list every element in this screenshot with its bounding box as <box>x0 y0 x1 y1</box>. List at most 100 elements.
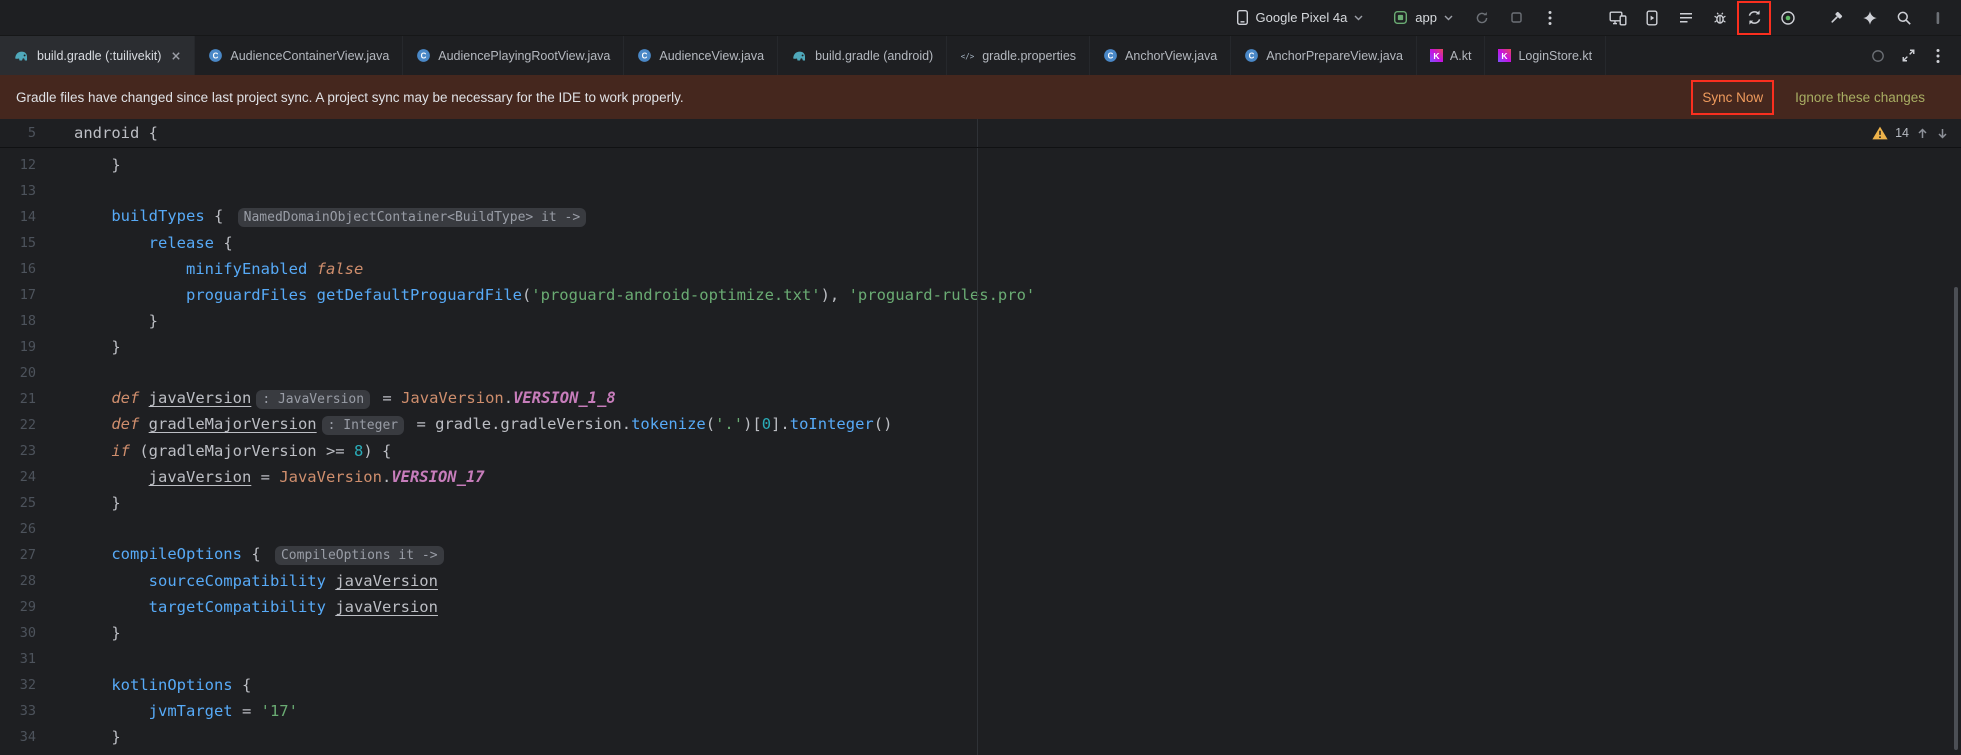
build-tools-icon[interactable] <box>1823 5 1849 31</box>
tab-AudienceContainerView.java[interactable]: CAudienceContainerView.java <box>195 36 403 75</box>
line-number[interactable]: 29 <box>0 599 74 615</box>
tab-build.gradle (android)[interactable]: build.gradle (android) <box>778 36 947 75</box>
code-text: if (gradleMajorVersion >= 8) { <box>74 442 391 460</box>
logcat-icon[interactable] <box>1673 5 1699 31</box>
tab-gradle.properties[interactable]: </>gradle.properties <box>947 36 1090 75</box>
run-config-selector[interactable]: app <box>1385 6 1461 29</box>
line-number[interactable]: 16 <box>0 261 74 277</box>
code-line[interactable]: 20 <box>0 360 1961 386</box>
device-selector[interactable]: Google Pixel 4a <box>1228 5 1372 30</box>
app-module-icon <box>1393 10 1408 25</box>
code-line[interactable]: 13 <box>0 178 1961 204</box>
tab-overflow-icon[interactable] <box>1865 43 1891 69</box>
line-number[interactable]: 15 <box>0 235 74 251</box>
code-line[interactable]: 19 } <box>0 334 1961 360</box>
inspections-widget[interactable]: 14 <box>1872 126 1949 140</box>
expand-editor-icon[interactable] <box>1895 43 1921 69</box>
code-text: sourceCompatibility javaVersion <box>74 572 438 590</box>
more-vertical-icon[interactable] <box>1925 43 1951 69</box>
code-line[interactable]: 32 kotlinOptions { <box>0 672 1961 698</box>
line-number[interactable]: 34 <box>0 729 74 745</box>
code-text: minifyEnabled false <box>74 260 363 278</box>
line-number[interactable]: 24 <box>0 469 74 485</box>
line-number[interactable]: 25 <box>0 495 74 511</box>
tab-label: A.kt <box>1450 49 1472 63</box>
tab-LoginStore.kt[interactable]: KLoginStore.kt <box>1485 36 1606 75</box>
svg-text:K: K <box>1433 51 1440 61</box>
sticky-context-line[interactable]: 5 android { 14 <box>0 119 1961 148</box>
tab-build.gradle (:tuilivekit)[interactable]: build.gradle (:tuilivekit) <box>0 36 195 75</box>
stop-icon[interactable] <box>1503 5 1529 31</box>
code-line[interactable]: 35 <box>0 750 1961 755</box>
code-text: } <box>74 494 121 512</box>
profiler-icon[interactable] <box>1775 5 1801 31</box>
tab-label: AnchorPrepareView.java <box>1266 49 1403 63</box>
line-number[interactable]: 27 <box>0 547 74 563</box>
line-number[interactable]: 23 <box>0 443 74 459</box>
line-number[interactable]: 17 <box>0 287 74 303</box>
search-everywhere-icon[interactable] <box>1891 5 1917 31</box>
line-number[interactable]: 33 <box>0 703 74 719</box>
line-number[interactable]: 20 <box>0 365 74 381</box>
window-overflow-icon[interactable] <box>1925 5 1951 31</box>
code-editor[interactable]: 5 android { 14 12 }1314 buildTypes { Nam… <box>0 119 1961 755</box>
line-number[interactable]: 12 <box>0 157 74 173</box>
next-warning-icon[interactable] <box>1936 127 1949 140</box>
running-devices-icon[interactable] <box>1639 5 1665 31</box>
line-number[interactable]: 18 <box>0 313 74 329</box>
code-lines: 12 }1314 buildTypes { NamedDomainObjectC… <box>0 148 1961 755</box>
code-line[interactable]: 12 } <box>0 152 1961 178</box>
code-line[interactable]: 21 def javaVersion: JavaVersion = JavaVe… <box>0 386 1961 412</box>
line-number[interactable]: 26 <box>0 521 74 537</box>
code-line[interactable]: 14 buildTypes { NamedDomainObjectContain… <box>0 204 1961 230</box>
code-line[interactable]: 17 proguardFiles getDefaultProguardFile(… <box>0 282 1961 308</box>
code-text: def gradleMajorVersion: Integer = gradle… <box>74 415 892 435</box>
line-number[interactable]: 22 <box>0 417 74 433</box>
code-line[interactable]: 16 minifyEnabled false <box>0 256 1961 282</box>
rerun-icon[interactable] <box>1469 5 1495 31</box>
line-number[interactable]: 21 <box>0 391 74 407</box>
gradle-sync-icon[interactable] <box>1741 5 1767 31</box>
tab-AnchorPrepareView.java[interactable]: CAnchorPrepareView.java <box>1231 36 1417 75</box>
close-icon[interactable] <box>171 51 181 61</box>
code-line[interactable]: 22 def gradleMajorVersion: Integer = gra… <box>0 412 1961 438</box>
chevron-down-icon <box>1444 15 1453 21</box>
line-number[interactable]: 13 <box>0 183 74 199</box>
code-line[interactable]: 33 jvmTarget = '17' <box>0 698 1961 724</box>
code-line[interactable]: 27 compileOptions { CompileOptions it -> <box>0 542 1961 568</box>
code-line[interactable]: 34 } <box>0 724 1961 750</box>
code-text: } <box>74 156 121 174</box>
ignore-changes-link[interactable]: Ignore these changes <box>1795 90 1925 105</box>
line-number[interactable]: 5 <box>0 125 74 141</box>
line-number[interactable]: 30 <box>0 625 74 641</box>
code-line[interactable]: 28 sourceCompatibility javaVersion <box>0 568 1961 594</box>
line-number[interactable]: 32 <box>0 677 74 693</box>
tab-AudienceView.java[interactable]: CAudienceView.java <box>624 36 778 75</box>
code-line[interactable]: 26 <box>0 516 1961 542</box>
code-line[interactable]: 18 } <box>0 308 1961 334</box>
code-line[interactable]: 23 if (gradleMajorVersion >= 8) { <box>0 438 1961 464</box>
device-manager-icon[interactable] <box>1605 5 1631 31</box>
line-number[interactable]: 31 <box>0 651 74 667</box>
tab-AnchorView.java[interactable]: CAnchorView.java <box>1090 36 1231 75</box>
prev-warning-icon[interactable] <box>1916 127 1929 140</box>
code-text: compileOptions { CompileOptions it -> <box>74 545 447 565</box>
code-line[interactable]: 24 javaVersion = JavaVersion.VERSION_17 <box>0 464 1961 490</box>
gemini-icon[interactable] <box>1857 5 1883 31</box>
code-line[interactable]: 31 <box>0 646 1961 672</box>
code-line[interactable]: 15 release { <box>0 230 1961 256</box>
line-number[interactable]: 19 <box>0 339 74 355</box>
app-inspection-icon[interactable] <box>1707 5 1733 31</box>
vertical-scrollbar-thumb[interactable] <box>1954 287 1958 750</box>
sync-now-link[interactable]: Sync Now <box>1702 90 1763 105</box>
line-number[interactable]: 14 <box>0 209 74 225</box>
line-number[interactable]: 28 <box>0 573 74 589</box>
tab-AudiencePlayingRootView.java[interactable]: CAudiencePlayingRootView.java <box>403 36 624 75</box>
warning-count: 14 <box>1895 126 1909 140</box>
code-line[interactable]: 29 targetCompatibility javaVersion <box>0 594 1961 620</box>
more-actions-icon[interactable] <box>1537 5 1563 31</box>
tab-A.kt[interactable]: K A.kt <box>1417 36 1486 75</box>
code-line[interactable]: 30 } <box>0 620 1961 646</box>
gradle-sync-banner: Gradle files have changed since last pro… <box>0 75 1961 119</box>
code-line[interactable]: 25 } <box>0 490 1961 516</box>
